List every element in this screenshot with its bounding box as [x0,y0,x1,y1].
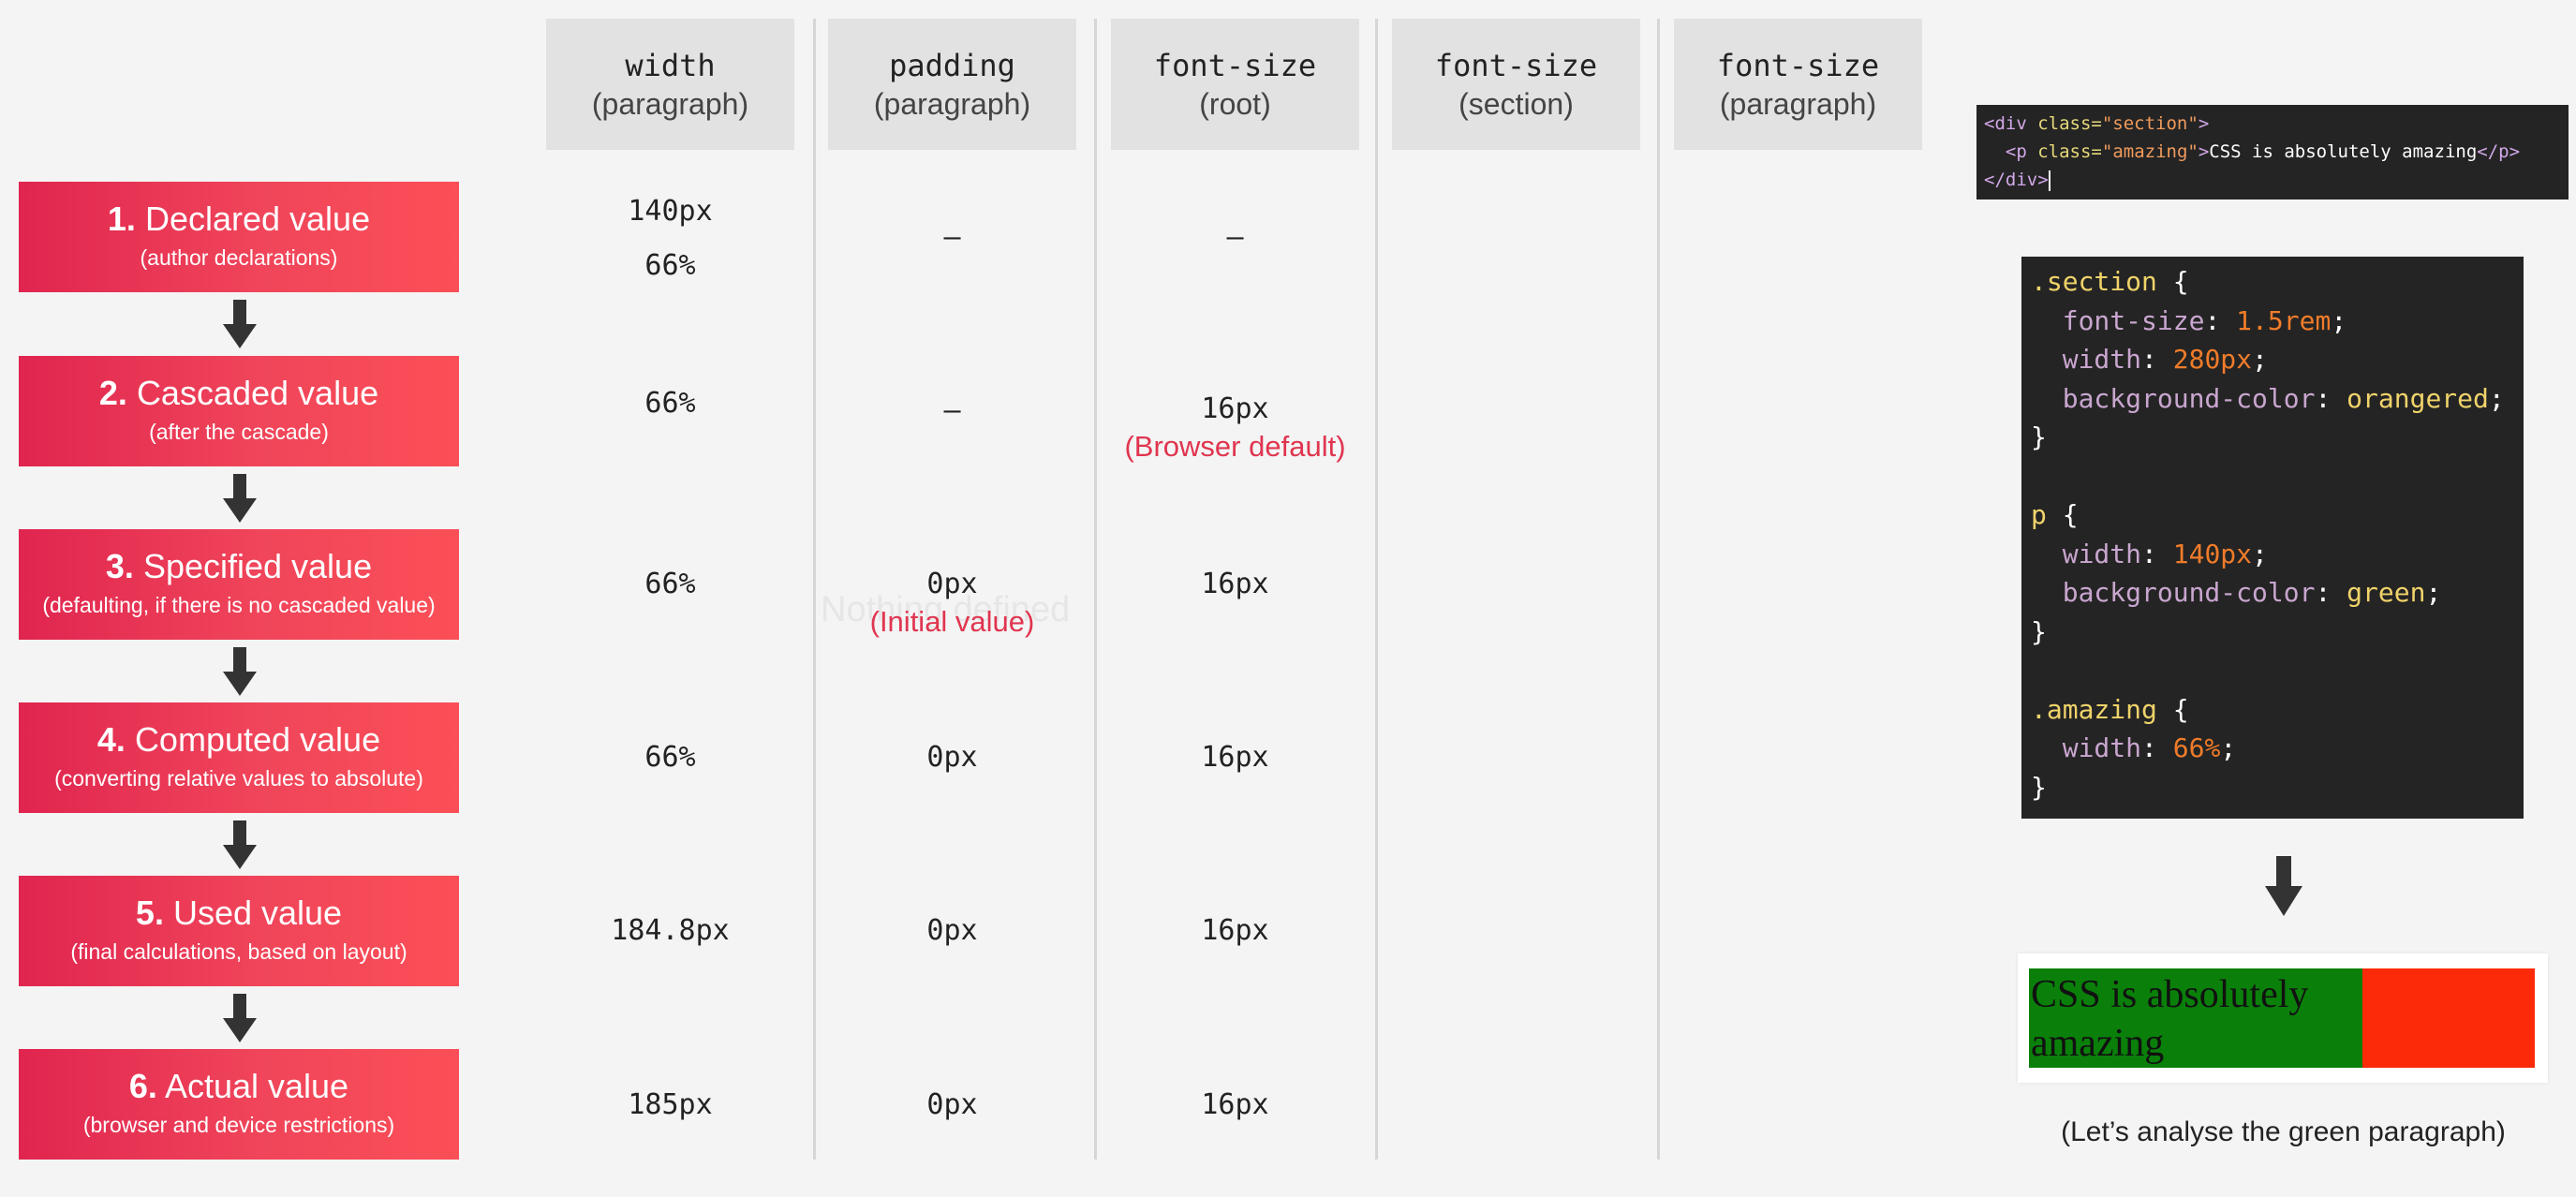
width-declared-value: 66% [644,249,696,282]
column-property: padding [889,48,1015,83]
step-title: Used value [172,894,343,932]
padding-declared-value: – [943,221,961,254]
arrow-down-icon [2265,856,2302,916]
column-context: (section) [1458,87,1574,121]
text-cursor [2048,170,2050,191]
width-declared-value: 140px [628,195,713,228]
css-code-block: .section { font-size: 1.5rem; width: 280… [2021,257,2524,819]
step-number: 4. [96,720,126,759]
arrow-down-icon [223,994,257,1042]
font-root-declared-value: – [1226,221,1244,254]
width-actual-value: 185px [628,1088,713,1121]
column-context: (paragraph) [1719,87,1877,121]
width-computed-value: 66% [644,741,696,774]
step-subtitle: (after the cascade) [149,420,329,444]
column-context: (paragraph) [873,87,1031,121]
column-property: width [625,48,716,83]
step-number: 2. [98,374,127,412]
step-computed-value: 4. Computed value (converting relative v… [19,702,459,813]
arrow-down-icon [223,820,257,869]
padding-cascaded-value: – [943,394,961,427]
step-number: 6. [128,1067,157,1105]
step-title: Computed value [134,720,381,759]
column-property: font-size [1434,48,1598,83]
column-divider [1375,19,1378,1160]
step-title: Actual value [164,1067,349,1105]
width-specified-value: 66% [644,568,696,600]
step-title: Cascaded value [136,374,379,412]
column-context: (paragraph) [591,87,749,121]
padding-computed-value: 0px [926,741,978,774]
font-root-actual-value: 16px [1201,1088,1269,1121]
padding-actual-value: 0px [926,1088,978,1121]
font-root-cascaded-value: 16px [1201,392,1269,425]
column-header-font-size-paragraph: font-size (paragraph) [1674,19,1922,150]
column-header-font-size-section: font-size (section) [1392,19,1640,150]
padding-specified-note: (Initial value) [869,605,1035,638]
step-title: Specified value [142,547,373,585]
column-header-font-size-root: font-size (root) [1111,19,1359,150]
step-number: 1. [107,200,136,238]
step-subtitle: (final calculations, based on layout) [70,939,407,964]
column-divider [813,19,816,1160]
step-subtitle: (defaulting, if there is no cascaded val… [42,593,436,617]
step-specified-value: 3. Specified value (defaulting, if there… [19,529,459,640]
font-root-used-value: 16px [1201,914,1269,947]
paragraph-box: CSS is absolutely amazing [2029,968,2362,1068]
arrow-down-icon [223,300,257,348]
font-root-specified-value: 16px [1201,568,1269,600]
column-property: font-size [1153,48,1317,83]
font-root-cascaded-note: (Browser default) [1124,430,1346,463]
width-used-value: 184.8px [611,914,730,947]
step-subtitle: (browser and device restrictions) [82,1113,395,1137]
arrow-down-icon [223,474,257,523]
padding-specified-value: 0px [926,568,978,600]
padding-used-value: 0px [926,914,978,947]
width-cascaded-value: 66% [644,387,696,420]
column-divider [1094,19,1097,1160]
column-divider [1657,19,1660,1160]
column-header-width: width (paragraph) [546,19,794,150]
step-subtitle: (converting relative values to absolute) [54,766,423,791]
step-title: Declared value [144,200,371,238]
preview-caption: (Let’s analyse the green paragraph) [2061,1116,2506,1147]
step-number: 3. [105,547,134,585]
step-actual-value: 6. Actual value (browser and device rest… [19,1049,459,1160]
step-cascaded-value: 2. Cascaded value (after the cascade) [19,356,459,466]
rendered-preview: CSS is absolutely amazing [2018,953,2548,1083]
arrow-down-icon [223,647,257,696]
step-subtitle: (author declarations) [140,245,338,270]
column-context: (root) [1199,87,1271,121]
step-used-value: 5. Used value (final calculations, based… [19,876,459,986]
html-code-block: <div class="section"> <p class="amazing"… [1976,105,2569,200]
step-declared-value: 1. Declared value (author declarations) [19,182,459,292]
column-property: font-size [1716,48,1880,83]
step-number: 5. [135,894,164,932]
column-header-padding: padding (paragraph) [828,19,1076,150]
font-root-computed-value: 16px [1201,741,1269,774]
